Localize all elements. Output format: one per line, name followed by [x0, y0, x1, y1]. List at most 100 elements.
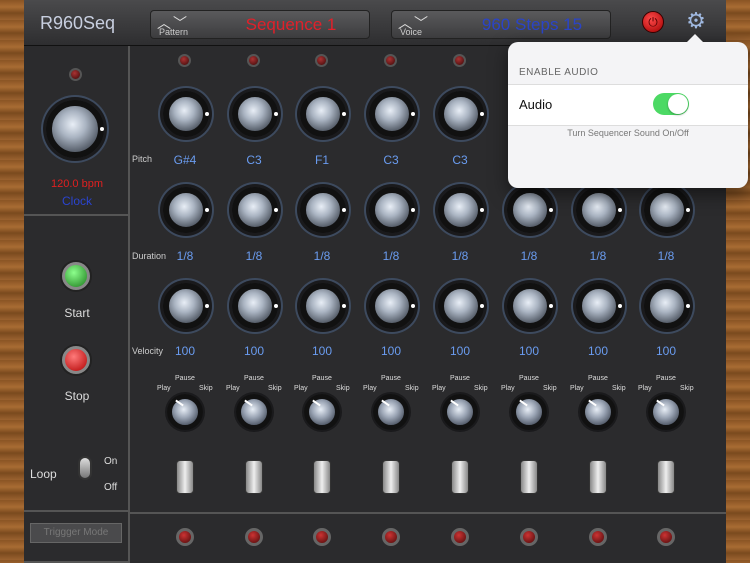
mode-skip-label: Skip [336, 385, 350, 392]
step-mode-knob[interactable] [236, 394, 272, 430]
mode-pause-label: Pause [381, 375, 401, 382]
loop-on-label: On [104, 456, 118, 467]
velocity-knob[interactable] [232, 283, 278, 329]
duration-value: 1/8 [657, 249, 675, 263]
voice-selector[interactable]: ︿﹀ Voice 960 Steps 15 [391, 10, 611, 39]
pitch-knob[interactable] [232, 91, 278, 137]
step-toggle-lever[interactable] [245, 460, 263, 494]
step-toggle-lever[interactable] [451, 460, 469, 494]
gate-led [176, 528, 194, 546]
duration-knob[interactable] [507, 187, 553, 233]
pitch-knob[interactable] [300, 91, 346, 137]
step-toggle-lever[interactable] [313, 460, 331, 494]
mode-play-label: Play [363, 385, 377, 392]
pitch-knob[interactable] [369, 91, 415, 137]
step-led [247, 54, 260, 67]
start-button[interactable] [62, 262, 90, 290]
mode-skip-label: Skip [474, 385, 488, 392]
mode-play-label: Play [638, 385, 652, 392]
step-mode-knob[interactable] [580, 394, 616, 430]
mode-skip-label: Skip [268, 385, 282, 392]
duration-knob[interactable] [300, 187, 346, 233]
pitch-knob[interactable] [438, 91, 484, 137]
pitch-value: C3 [383, 153, 399, 167]
app-title: R960Seq [40, 13, 116, 33]
audio-popover: ENABLE AUDIO Audio Turn Sequencer Sound … [508, 34, 748, 188]
duration-knob[interactable] [644, 187, 690, 233]
gate-led [657, 528, 675, 546]
top-bar: R960Seq ︿﹀ Pattern Sequence 1 ︿﹀ Voice 9… [24, 0, 726, 46]
mode-play-label: Play [432, 385, 446, 392]
step-toggle-lever[interactable] [382, 460, 400, 494]
step-mode-knob[interactable] [167, 394, 203, 430]
loop-toggle[interactable] [78, 456, 92, 480]
step-mode-knob[interactable] [304, 394, 340, 430]
duration-knob[interactable] [438, 187, 484, 233]
gate-led [313, 528, 331, 546]
velocity-knob[interactable] [576, 283, 622, 329]
step-mode-knob[interactable] [442, 394, 478, 430]
pitch-row-label: Pitch [132, 154, 153, 164]
mode-pause-label: Pause [656, 375, 676, 382]
gate-led [382, 528, 400, 546]
popover-header: ENABLE AUDIO [519, 67, 599, 78]
step-mode-knob[interactable] [373, 394, 409, 430]
bpm-readout: 120.0 bpm [51, 178, 103, 190]
left-column: 120.0 bpm Clock Start Stop Loop On Off T… [24, 46, 130, 563]
pitch-knob[interactable] [163, 91, 209, 137]
velocity-value: 100 [243, 344, 265, 358]
mode-skip-label: Skip [612, 385, 626, 392]
pitch-value: C3 [246, 153, 262, 167]
step-toggle-lever[interactable] [176, 460, 194, 494]
audio-label: Audio [519, 97, 553, 112]
audio-toggle-thumb [668, 94, 688, 114]
duration-knob[interactable] [369, 187, 415, 233]
mode-pause-label: Pause [244, 375, 264, 382]
step-led [315, 54, 328, 67]
mode-skip-label: Skip [405, 385, 419, 392]
pattern-selector[interactable]: ︿﹀ Pattern Sequence 1 [150, 10, 370, 39]
step-led [178, 54, 191, 67]
step-mode-knob[interactable] [511, 394, 547, 430]
velocity-knob[interactable] [644, 283, 690, 329]
pitch-value: G#4 [173, 153, 197, 167]
duration-value: 1/8 [589, 249, 607, 263]
clock-knob[interactable] [46, 100, 104, 158]
mode-skip-label: Skip [199, 385, 213, 392]
velocity-value: 100 [311, 344, 333, 358]
step-mode-knob[interactable] [648, 394, 684, 430]
velocity-value: 100 [449, 344, 471, 358]
audio-toggle-switch[interactable] [653, 93, 689, 115]
mode-skip-label: Skip [543, 385, 557, 392]
duration-knob[interactable] [232, 187, 278, 233]
duration-value: 1/8 [245, 249, 263, 263]
duration-knob[interactable] [576, 187, 622, 233]
step-toggle-lever[interactable] [657, 460, 675, 494]
transport-section: Start Stop Loop On Off [24, 216, 130, 512]
duration-value: 1/8 [520, 249, 538, 263]
velocity-value: 100 [174, 344, 196, 358]
trigger-section: Triggger Mode [24, 512, 130, 563]
clock-label: Clock [61, 194, 92, 208]
gate-led [451, 528, 469, 546]
trigger-mode-button[interactable]: Triggger Mode [30, 523, 122, 543]
duration-knob[interactable] [163, 187, 209, 233]
velocity-knob[interactable] [163, 283, 209, 329]
gate-led [589, 528, 607, 546]
mode-play-label: Play [501, 385, 515, 392]
velocity-knob[interactable] [438, 283, 484, 329]
gear-icon[interactable]: ⚙ [684, 9, 708, 33]
pitch-value: C3 [452, 153, 468, 167]
power-icon[interactable]: ⏻ [642, 11, 664, 33]
audio-cell: Audio [508, 84, 748, 126]
step-toggle-lever[interactable] [520, 460, 538, 494]
wood-side-left [0, 0, 24, 563]
mode-pause-label: Pause [588, 375, 608, 382]
velocity-knob[interactable] [369, 283, 415, 329]
mode-play-label: Play [157, 385, 171, 392]
duration-value: 1/8 [176, 249, 194, 263]
stop-button[interactable] [62, 346, 90, 374]
velocity-knob[interactable] [300, 283, 346, 329]
step-toggle-lever[interactable] [589, 460, 607, 494]
velocity-knob[interactable] [507, 283, 553, 329]
